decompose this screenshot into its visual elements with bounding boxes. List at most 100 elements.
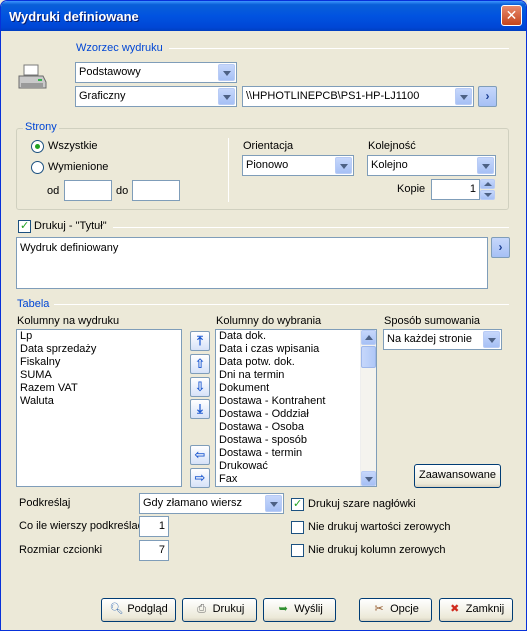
order-label: Kolejność: [368, 140, 416, 152]
chevron-down-icon[interactable]: [335, 157, 352, 174]
chevron-up-icon[interactable]: [480, 179, 495, 189]
send-button[interactable]: ➥ Wyślij: [263, 598, 336, 622]
wzorzec-divider: [169, 48, 509, 49]
list-item[interactable]: Lp: [17, 330, 181, 343]
print-title-label: Drukuj - "Tytuł": [34, 220, 107, 232]
no-zero-columns-label: Nie drukuj kolumn zerowych: [308, 544, 446, 556]
available-columns-list[interactable]: Data dok. Data i czas wpisania Data potw. …: [215, 329, 377, 487]
copies-stepper[interactable]: [480, 179, 495, 200]
printer-value: \\HPHOTLINEPCB\PS1-HP-LJ1100: [246, 90, 420, 102]
title-bar[interactable]: Wydruki definiowane ✕: [1, 1, 526, 31]
copies-label: Kopie: [397, 183, 426, 195]
chevron-down-icon[interactable]: [480, 190, 495, 200]
pages-legend: Strony: [23, 121, 59, 133]
mode-select[interactable]: Graficzny: [75, 86, 237, 107]
underline-value: Gdy złamano wiersz: [143, 497, 243, 509]
underline-label: Podkreślaj: [19, 497, 71, 509]
wzorzec-legend: Wzorzec wydruku: [76, 42, 163, 54]
chevron-down-icon[interactable]: [477, 157, 494, 174]
table-legend: Tabela: [17, 298, 50, 310]
chevron-right-icon: ›: [485, 89, 490, 103]
printer-select[interactable]: \\HPHOTLINEPCB\PS1-HP-LJ1100: [242, 86, 474, 107]
title-options-button[interactable]: ›: [491, 237, 510, 258]
sum-mode-select[interactable]: Na każdej stronie: [383, 329, 502, 350]
list-item[interactable]: Dostawa - sposób: [216, 434, 376, 447]
close-button[interactable]: ✖ Zamknij: [439, 598, 513, 622]
printer-settings-button[interactable]: ›: [478, 86, 497, 107]
order-select[interactable]: Kolejno: [367, 155, 496, 176]
list-item[interactable]: Drukować: [216, 460, 376, 473]
all-pages-radio[interactable]: [31, 140, 44, 153]
chevron-down-icon[interactable]: [218, 88, 235, 105]
to-page-input[interactable]: [132, 180, 180, 201]
template-select[interactable]: Podstawowy: [75, 62, 237, 83]
copies-input[interactable]: 1: [431, 179, 480, 200]
printed-columns-list[interactable]: Lp Data sprzedaży Fiskalny SUMA Razem VAT Wal…: [16, 329, 182, 487]
options-button[interactable]: ✂ Opcje: [359, 598, 432, 622]
scroll-thumb[interactable]: [361, 346, 376, 368]
list-item[interactable]: Data sprzedaży: [17, 343, 181, 356]
no-zero-values-checkbox[interactable]: [291, 521, 304, 534]
arrow-top-icon: ⤒: [197, 333, 203, 348]
tools-icon: ✂: [374, 603, 384, 615]
move-up-button[interactable]: ⇧: [190, 354, 210, 374]
close-window-button[interactable]: ✕: [501, 5, 522, 26]
arrow-up-icon: ⇧: [194, 356, 206, 371]
gray-headers-checkbox[interactable]: [291, 497, 304, 511]
list-item[interactable]: Dokument: [216, 382, 376, 395]
move-bottom-button[interactable]: ⤓: [190, 399, 210, 419]
window-title: Wydruki definiowane: [9, 9, 139, 24]
add-column-button[interactable]: ⇦: [190, 445, 210, 465]
chevron-down-icon[interactable]: [483, 331, 500, 348]
list-item[interactable]: Dni na termin: [216, 369, 376, 382]
list-item[interactable]: Razem VAT: [17, 382, 181, 395]
scroll-up-icon[interactable]: [361, 330, 376, 345]
table-divider: [54, 304, 509, 305]
list-item[interactable]: Data i czas wpisania: [216, 343, 376, 356]
printer-icon: ⎙: [197, 603, 206, 615]
underline-every-input[interactable]: 1: [139, 516, 169, 537]
pages-divider: [228, 138, 229, 202]
print-button[interactable]: ⎙ Drukuj: [182, 598, 257, 622]
printed-columns-header: Kolumny na wydruku: [17, 315, 120, 327]
list-item[interactable]: Data potw. dok.: [216, 356, 376, 369]
chevron-down-icon[interactable]: [218, 64, 235, 81]
print-title-checkbox[interactable]: [18, 219, 31, 233]
move-top-button[interactable]: ⤒: [190, 331, 210, 351]
printer-icon: [16, 63, 48, 93]
no-zero-values-label: Nie drukuj wartości zerowych: [308, 521, 451, 533]
remove-column-button[interactable]: ⇨: [190, 468, 210, 488]
orientation-select[interactable]: Pionowo: [242, 155, 354, 176]
send-icon: ➥: [278, 603, 288, 615]
underline-every-label: Co ile wierszy podkreślać: [19, 520, 144, 532]
list-item[interactable]: SUMA: [17, 369, 181, 382]
list-item[interactable]: Dostawa - Oddział: [216, 408, 376, 421]
list-item[interactable]: Fax: [216, 473, 376, 486]
title-textarea[interactable]: Wydruk definiowany: [16, 237, 488, 289]
list-item[interactable]: Waluta: [17, 395, 181, 408]
orientation-value: Pionowo: [246, 159, 289, 171]
font-size-input[interactable]: 7: [139, 540, 169, 561]
sum-mode-value: Na każdej stronie: [387, 333, 472, 345]
advanced-button[interactable]: Zaawansowane: [414, 464, 501, 488]
available-columns-header: Kolumny do wybrania: [216, 315, 322, 327]
from-label: od: [47, 185, 60, 197]
no-zero-columns-checkbox[interactable]: [291, 544, 304, 557]
available-columns-scrollbar[interactable]: [360, 330, 376, 486]
to-label: do: [116, 185, 129, 197]
from-page-input[interactable]: [64, 180, 112, 201]
chevron-down-icon[interactable]: [455, 88, 472, 105]
list-item[interactable]: Dostawa - Kontrahent: [216, 395, 376, 408]
scroll-down-icon[interactable]: [361, 471, 376, 486]
listed-pages-radio[interactable]: [31, 161, 44, 174]
list-item[interactable]: Fiskalny: [17, 356, 181, 369]
mode-value: Graficzny: [79, 90, 126, 102]
list-item[interactable]: Dostawa - termin: [216, 447, 376, 460]
list-item[interactable]: Dostawa - Osoba: [216, 421, 376, 434]
move-down-button[interactable]: ⇩: [190, 377, 210, 397]
chevron-down-icon[interactable]: [265, 495, 282, 512]
magnifier-icon: 🔍︎: [109, 603, 124, 615]
underline-select[interactable]: Gdy złamano wiersz: [139, 493, 284, 514]
list-item[interactable]: Data dok.: [216, 330, 376, 343]
preview-button[interactable]: 🔍︎ Podgląd: [101, 598, 176, 622]
